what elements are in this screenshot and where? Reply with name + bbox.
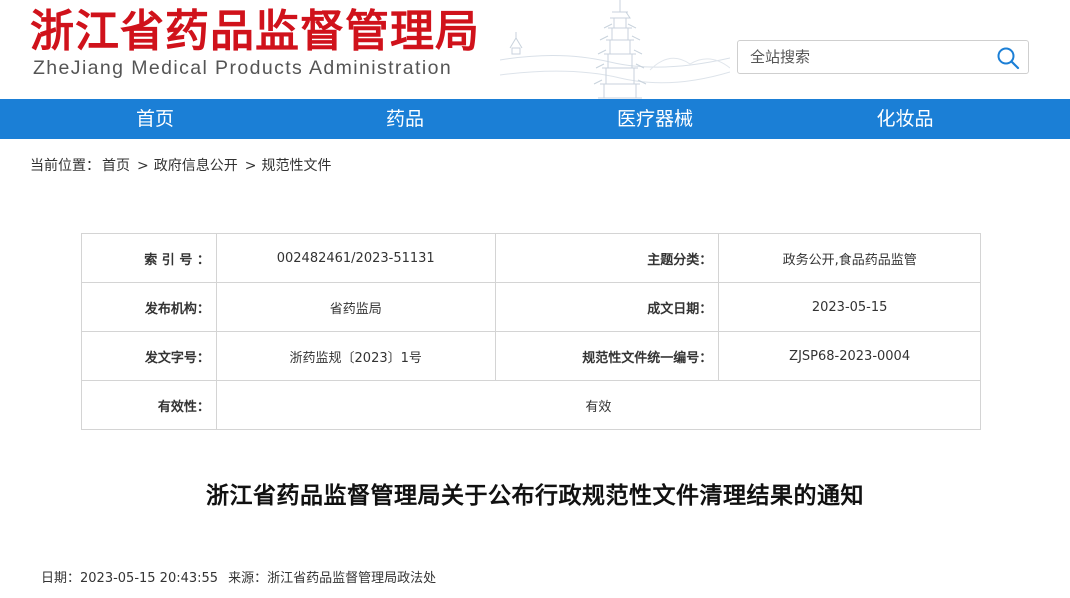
nav-item-home[interactable]: 首页 (75, 99, 235, 139)
nav-item-medical-devices[interactable]: 医疗器械 (575, 99, 735, 139)
issuer-label: 发布机构： (81, 282, 217, 332)
breadcrumb-separator: > (244, 158, 257, 174)
article-source: 来源：浙江省药品监督管理局政法处 (228, 571, 437, 586)
validity-value: 有效 (215, 380, 982, 430)
index-label: 索 引 号 ： (81, 233, 217, 283)
nav-item-cosmetics[interactable]: 化妆品 (825, 99, 985, 139)
search-icon[interactable] (996, 46, 1020, 70)
breadcrumb-link-normative-docs[interactable]: 规范性文件 (261, 158, 331, 174)
issuer-value: 省药监局 (215, 282, 496, 332)
unified-no-value: ZJSP68-2023-0004 (718, 331, 981, 381)
table-row: 发布机构： 省药监局 成文日期： 2023-05-15 (81, 282, 981, 332)
nav-item-drugs[interactable]: 药品 (325, 99, 485, 139)
docno-value: 浙药监规〔2023〕1号 (215, 331, 496, 381)
pagoda-illustration (500, 0, 730, 99)
site-title-cn[interactable]: 浙江省药品监督管理局 (30, 6, 480, 58)
topic-value: 政务公开,食品药品监管 (718, 233, 981, 283)
site-title-en[interactable]: ZheJiang Medical Products Administration (33, 57, 452, 80)
article-title: 浙江省药品监督管理局关于公布行政规范性文件清理结果的通知 (206, 483, 864, 509)
unified-no-label: 规范性文件统一编号： (494, 331, 720, 381)
docno-label: 发文字号： (81, 331, 217, 381)
date-value: 2023-05-15 (718, 282, 981, 332)
breadcrumb: 当前位置： 首页 > 政府信息公开 > 规范性文件 (30, 155, 333, 175)
search-input[interactable] (750, 47, 980, 67)
date-label: 成文日期： (494, 282, 720, 332)
article-info: 日期：2023-05-15 20:43:55 来源：浙江省药品监督管理局政法处 (41, 567, 436, 586)
validity-label: 有效性： (81, 380, 217, 430)
breadcrumb-separator: > (137, 158, 149, 174)
topic-label: 主题分类： (494, 233, 720, 283)
breadcrumb-link-home[interactable]: 首页 (102, 158, 130, 174)
breadcrumb-link-gov-info[interactable]: 政府信息公开 (154, 158, 238, 174)
document-meta-table: 索 引 号 ： 002482461/2023-51131 主题分类： 政务公开,… (81, 233, 982, 430)
table-row: 有效性： 有效 (81, 380, 982, 430)
main-nav: 首页 药品 医疗器械 化妆品 (0, 99, 1070, 139)
article-date: 日期：2023-05-15 20:43:55 (41, 571, 219, 586)
search-box (737, 40, 1029, 74)
table-row: 索 引 号 ： 002482461/2023-51131 主题分类： 政务公开,… (81, 233, 981, 283)
site-header: 浙江省药品监督管理局 ZheJiang Medical Products Adm… (0, 0, 1070, 99)
breadcrumb-prefix: 当前位置： (30, 158, 100, 174)
index-value: 002482461/2023-51131 (215, 233, 496, 283)
table-row: 发文字号： 浙药监规〔2023〕1号 规范性文件统一编号： ZJSP68-202… (81, 331, 981, 381)
